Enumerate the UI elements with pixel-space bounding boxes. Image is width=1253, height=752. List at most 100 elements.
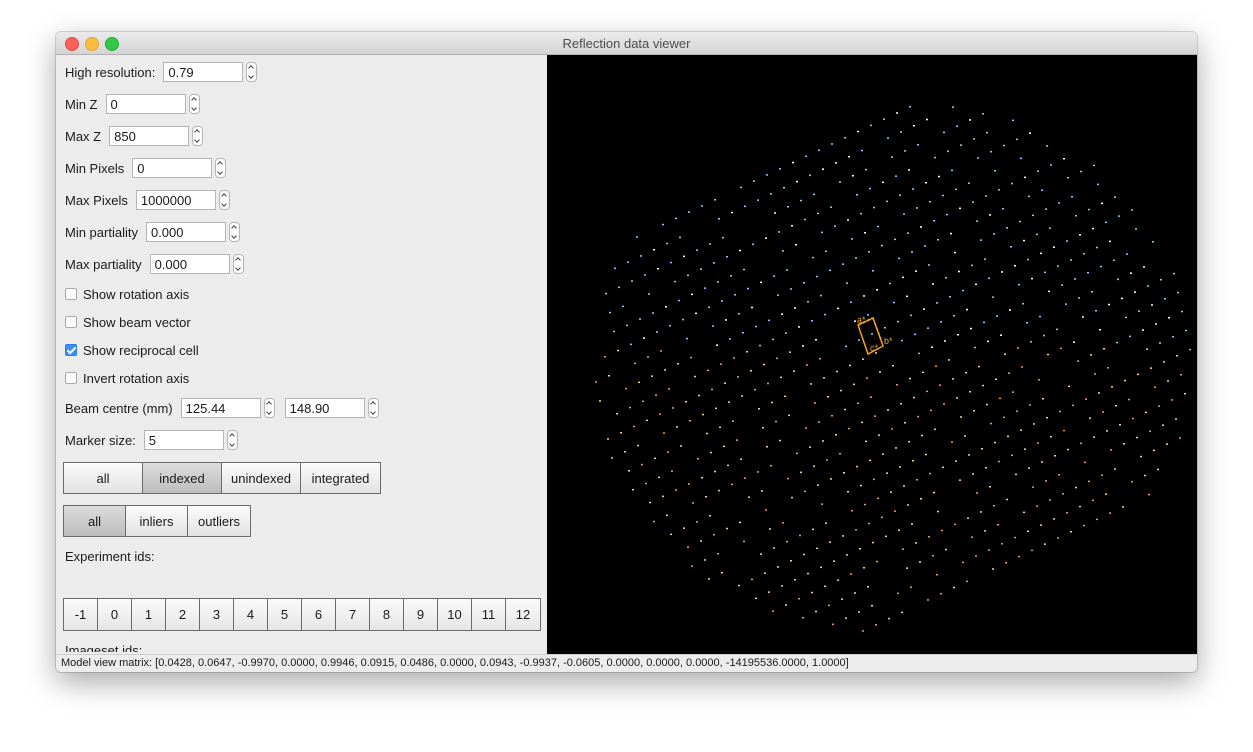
reflection-spot: [998, 189, 1000, 191]
reflection-spot: [836, 370, 838, 373]
experiment-id-button[interactable]: 2: [166, 599, 200, 630]
filter-unindexed-button[interactable]: unindexed: [222, 463, 301, 493]
reflection-spot: [1179, 437, 1181, 439]
experiment-id-button[interactable]: 7: [336, 599, 370, 630]
min-z-input[interactable]: 0: [105, 94, 186, 114]
min-pixels-spinbox[interactable]: 0: [132, 158, 227, 178]
min-pixels-input[interactable]: 0: [132, 158, 213, 178]
min-partiality-stepper[interactable]: [228, 222, 240, 242]
experiment-id-button[interactable]: 9: [404, 599, 438, 630]
invert-rotation-axis-checkbox[interactable]: Invert rotation axis: [65, 369, 189, 387]
reflection-spot: [1159, 342, 1161, 344]
show-reciprocal-cell-checkbox[interactable]: Show reciprocal cell: [65, 341, 199, 359]
experiment-id-button[interactable]: 8: [370, 599, 404, 630]
experiment-id-button[interactable]: 6: [302, 599, 336, 630]
reflection-spot: [982, 113, 984, 115]
high-resolution-stepper[interactable]: [246, 62, 258, 82]
reflection-spot: [1024, 176, 1026, 179]
experiment-id-button[interactable]: 5: [268, 599, 302, 630]
max-pixels-spinbox[interactable]: 1000000: [135, 190, 230, 210]
beam-centre-y-input[interactable]: 148.90: [284, 398, 365, 418]
max-pixels-stepper[interactable]: [218, 190, 230, 210]
reflection-spot: [929, 201, 931, 203]
filter-integrated-button[interactable]: integrated: [301, 463, 380, 493]
reflection-spot: [1106, 430, 1108, 432]
outlier-all-button[interactable]: all: [64, 506, 126, 536]
experiment-id-button[interactable]: 11: [472, 599, 506, 630]
reflection-spot: [811, 591, 813, 594]
high-resolution-input[interactable]: 0.79: [163, 62, 244, 82]
reflection-spot: [891, 156, 893, 158]
reflection-spot: [956, 125, 958, 127]
experiment-id-button[interactable]: 1: [132, 599, 166, 630]
experiment-id-button[interactable]: 3: [200, 599, 234, 630]
max-partiality-stepper[interactable]: [232, 254, 244, 274]
show-beam-vector-checkbox[interactable]: Show beam vector: [65, 313, 191, 331]
experiment-id-button[interactable]: 10: [438, 599, 472, 630]
reflection-spot: [1014, 265, 1016, 267]
marker-size-spinbox[interactable]: 5: [143, 430, 238, 450]
reflection-spot: [1021, 366, 1023, 368]
reflection-spot: [798, 326, 800, 328]
reflection-spot: [1040, 524, 1042, 526]
max-pixels-input[interactable]: 1000000: [135, 190, 216, 210]
reflection-spot: [1020, 429, 1022, 431]
beam-centre-x-input[interactable]: 125.44: [180, 398, 261, 418]
reflection-spot: [696, 249, 698, 251]
filter-all-button[interactable]: all: [64, 463, 143, 493]
beam-centre-x-stepper[interactable]: [263, 398, 275, 418]
reflection-spot: [777, 294, 779, 296]
experiment-id-button[interactable]: 0: [98, 599, 132, 630]
reflection-spot: [766, 446, 768, 448]
min-pixels-stepper[interactable]: [215, 158, 227, 178]
beam-centre-y-spinbox[interactable]: 148.90: [284, 398, 379, 418]
reflection-spot: [959, 479, 961, 481]
beam-centre-y-stepper[interactable]: [367, 398, 379, 418]
min-z-spinbox[interactable]: 0: [105, 94, 200, 114]
show-beam-vector-box[interactable]: [65, 316, 77, 328]
experiment-id-button[interactable]: 4: [234, 599, 268, 630]
experiment-id-button[interactable]: 12: [506, 599, 540, 630]
max-z-stepper[interactable]: [192, 126, 204, 146]
experiment-id-button[interactable]: -1: [64, 599, 98, 630]
beam-centre-x-spinbox[interactable]: 125.44: [180, 398, 275, 418]
reflection-spot: [847, 219, 849, 221]
reflection-spot: [1028, 195, 1030, 198]
reflection-spot: [1148, 493, 1150, 496]
max-partiality-spinbox[interactable]: 0.000: [149, 254, 244, 274]
max-partiality-row: Max partiality 0.000: [65, 252, 244, 276]
filter-indexed-button[interactable]: indexed: [143, 463, 222, 493]
min-partiality-spinbox[interactable]: 0.000: [145, 222, 240, 242]
reflection-canvas[interactable]: a* b* c*: [547, 55, 1197, 654]
reflection-3d-viewer[interactable]: a* b* c*: [547, 55, 1197, 654]
outliers-button[interactable]: outliers: [188, 506, 250, 536]
max-partiality-input[interactable]: 0.000: [149, 254, 230, 274]
reflection-spot: [1027, 258, 1029, 261]
reflection-spot: [818, 149, 820, 151]
marker-size-stepper[interactable]: [226, 430, 238, 450]
reflection-spot: [685, 401, 687, 403]
reflection-spot: [702, 413, 704, 416]
reflection-spot: [986, 403, 988, 406]
max-z-spinbox[interactable]: 850: [109, 126, 204, 146]
show-reciprocal-cell-box[interactable]: [65, 344, 77, 356]
reflection-spot: [611, 457, 613, 459]
min-z-stepper[interactable]: [188, 94, 200, 114]
reflection-spot: [770, 193, 772, 195]
inliers-button[interactable]: inliers: [126, 506, 188, 536]
show-rotation-axis-box[interactable]: [65, 288, 77, 300]
reflection-spot: [1105, 221, 1107, 224]
show-rotation-axis-checkbox[interactable]: Show rotation axis: [65, 285, 189, 303]
reflection-spot: [1036, 233, 1038, 236]
reflection-spot: [1123, 443, 1125, 445]
max-z-input[interactable]: 850: [109, 126, 190, 146]
reflection-spot: [955, 188, 957, 191]
reflection-spot: [920, 226, 922, 228]
invert-rotation-axis-box[interactable]: [65, 372, 77, 384]
reflection-spot: [846, 554, 848, 556]
reflection-spot: [665, 306, 667, 308]
min-partiality-input[interactable]: 0.000: [145, 222, 226, 242]
high-resolution-spinbox[interactable]: 0.79: [163, 62, 258, 82]
marker-size-input[interactable]: 5: [143, 430, 224, 450]
reflection-spot: [874, 415, 876, 417]
